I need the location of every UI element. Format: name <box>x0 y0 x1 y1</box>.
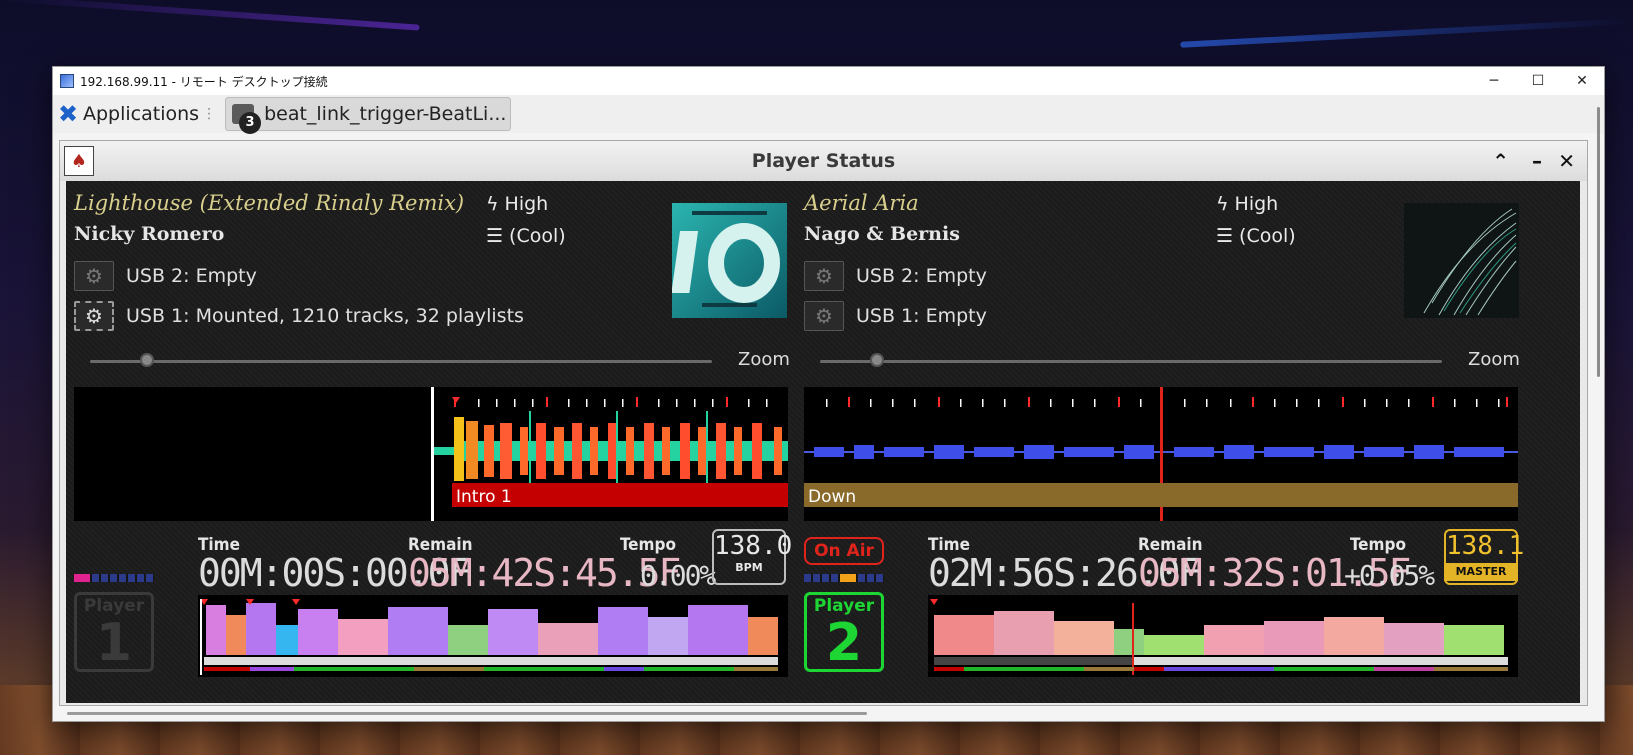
energy-info: ϟ High <box>1216 193 1278 215</box>
phrase-label: Down <box>808 487 857 507</box>
sliders-icon: ☰ <box>1216 225 1234 247</box>
usb1-slot: ⚙ USB 1: Mounted, 1210 tracks, 32 playli… <box>74 301 524 331</box>
deck-player-1: Lighthouse (Extended Rinaly Remix) Nicky… <box>74 181 804 703</box>
bpm-value: 138.1 <box>1446 531 1525 561</box>
on-air-indicator: On Air <box>804 537 884 565</box>
level-meter <box>74 574 154 582</box>
player-number-badge: Player 1 <box>74 592 154 672</box>
waveform-overview-graphic <box>200 599 778 675</box>
energy-value: High <box>1234 193 1279 215</box>
bpm-sublabel: MASTER <box>1444 563 1518 581</box>
album-art <box>672 203 787 318</box>
maximize-button[interactable]: ☐ <box>1516 67 1560 95</box>
zoom-slider-thumb[interactable] <box>870 353 884 367</box>
usb2-gear-icon[interactable]: ⚙ <box>804 261 844 291</box>
horizontal-scrollbar[interactable] <box>67 712 867 715</box>
sliders-icon: ☰ <box>486 225 504 247</box>
player-status-titlebar: ♠ Player Status ⌃ – ✕ <box>60 141 1587 181</box>
lightning-icon: ϟ <box>486 193 499 215</box>
zoom-label: Zoom <box>738 349 790 370</box>
usb2-label: USB 2: Empty <box>856 265 987 287</box>
zoom-label: Zoom <box>1468 349 1520 370</box>
collapse-button[interactable]: ⌃ <box>1492 149 1509 173</box>
tempo-label: Tempo <box>1350 535 1406 555</box>
usb2-slot: ⚙ USB 2: Empty <box>804 261 987 291</box>
usb1-gear-icon[interactable]: ⚙ <box>804 301 844 331</box>
xfce-icon: ✖ <box>57 100 79 128</box>
lightning-icon: ϟ <box>1216 193 1229 215</box>
usb1-label: USB 1: Mounted, 1210 tracks, 32 playlist… <box>126 305 524 327</box>
xfce-panel: ✖ Applications ⋮ 3 beat_link_trigger-Bea… <box>53 95 1604 134</box>
player-number: 2 <box>825 613 863 673</box>
remote-desktop-icon <box>60 74 74 88</box>
minimize-button[interactable]: ─ <box>1472 67 1516 95</box>
track-title: Aerial Aria <box>804 191 919 215</box>
waveform-overview[interactable] <box>198 595 788 677</box>
minimize-frame-button[interactable]: – <box>1532 149 1542 173</box>
waveform-overview[interactable] <box>928 595 1518 677</box>
track-title: Lighthouse (Extended Rinaly Remix) <box>74 191 465 215</box>
usb1-slot: ⚙ USB 1: Empty <box>804 301 987 331</box>
zoom-slider-thumb[interactable] <box>140 353 154 367</box>
remote-desktop-titlebar: 192.168.99.11 - リモート デスクトップ接続 ─ ☐ ✕ <box>53 67 1604 95</box>
remote-desktop-window: 192.168.99.11 - リモート デスクトップ接続 ─ ☐ ✕ ✖ Ap… <box>52 66 1605 722</box>
deck-player-2: Aerial Aria Nago & Bernis ϟ High ☰ (Cool) … <box>804 181 1534 703</box>
java-window-icon: 3 <box>232 104 262 134</box>
player-status-frame: ♠ Player Status ⌃ – ✕ Lighthouse (Extend… <box>59 140 1588 706</box>
applications-menu[interactable]: ✖ Applications ⋮ <box>53 95 225 133</box>
tempo-value: +0.05% <box>1344 559 1435 592</box>
on-air-placeholder <box>74 537 154 565</box>
task-label: beat_link_trigger-BeatLi... <box>264 103 507 125</box>
mood-info: ☰ (Cool) <box>1216 225 1296 247</box>
level-meter <box>804 574 884 582</box>
window-title: 192.168.99.11 - リモート デスクトップ接続 <box>80 74 328 89</box>
mood-value: (Cool) <box>509 225 566 247</box>
usb2-gear-icon[interactable]: ⚙ <box>74 261 114 291</box>
wallpaper-streak <box>1180 18 1630 48</box>
bpm-value: 138.0 <box>714 531 793 561</box>
tempo-value: 0.00% <box>640 559 716 592</box>
player-number-badge: Player 2 <box>804 592 884 672</box>
close-button[interactable]: ✕ <box>1560 67 1604 95</box>
zoom-slider-track[interactable] <box>90 360 712 363</box>
album-art <box>1404 203 1519 318</box>
bpm-sublabel: BPM <box>735 561 763 574</box>
task-count-badge: 3 <box>239 112 262 134</box>
panel-separator: ⋮ <box>202 106 217 122</box>
taskbar-button-beat-link-trigger[interactable]: 3 beat_link_trigger-BeatLi... <box>225 97 512 134</box>
beat-link-logo-icon[interactable]: ♠ <box>64 146 94 176</box>
bpm-display: 138.1 MASTER <box>1444 529 1525 585</box>
usb2-slot: ⚙ USB 2: Empty <box>74 261 257 291</box>
wallpaper-streak <box>0 0 420 31</box>
player-number: 1 <box>95 613 133 673</box>
waveform-detail[interactable]: Intro 1 <box>74 387 788 521</box>
player-status-body: Lighthouse (Extended Rinaly Remix) Nicky… <box>66 181 1580 703</box>
usb1-label: USB 1: Empty <box>856 305 987 327</box>
waveform-overview-graphic <box>930 599 1508 675</box>
mood-info: ☰ (Cool) <box>486 225 566 247</box>
usb1-gear-icon[interactable]: ⚙ <box>74 301 114 331</box>
player-status-title: Player Status <box>751 150 896 172</box>
vertical-scrollbar[interactable] <box>1597 107 1600 377</box>
zoom-slider-track[interactable] <box>820 360 1442 363</box>
applications-label: Applications <box>83 103 200 125</box>
energy-info: ϟ High <box>486 193 548 215</box>
energy-value: High <box>504 193 549 215</box>
remain-value: 05M:42S:45.5F <box>408 551 681 595</box>
usb2-label: USB 2: Empty <box>126 265 257 287</box>
bpm-display: 138.0 BPM <box>712 529 793 585</box>
waveform-detail[interactable]: Down <box>804 387 1518 521</box>
track-artist: Nicky Romero <box>74 223 225 245</box>
tempo-label: Tempo <box>620 535 676 555</box>
mood-value: (Cool) <box>1239 225 1296 247</box>
close-frame-button[interactable]: ✕ <box>1558 149 1575 173</box>
phrase-label: Intro 1 <box>456 487 512 507</box>
track-artist: Nago & Bernis <box>804 223 960 245</box>
